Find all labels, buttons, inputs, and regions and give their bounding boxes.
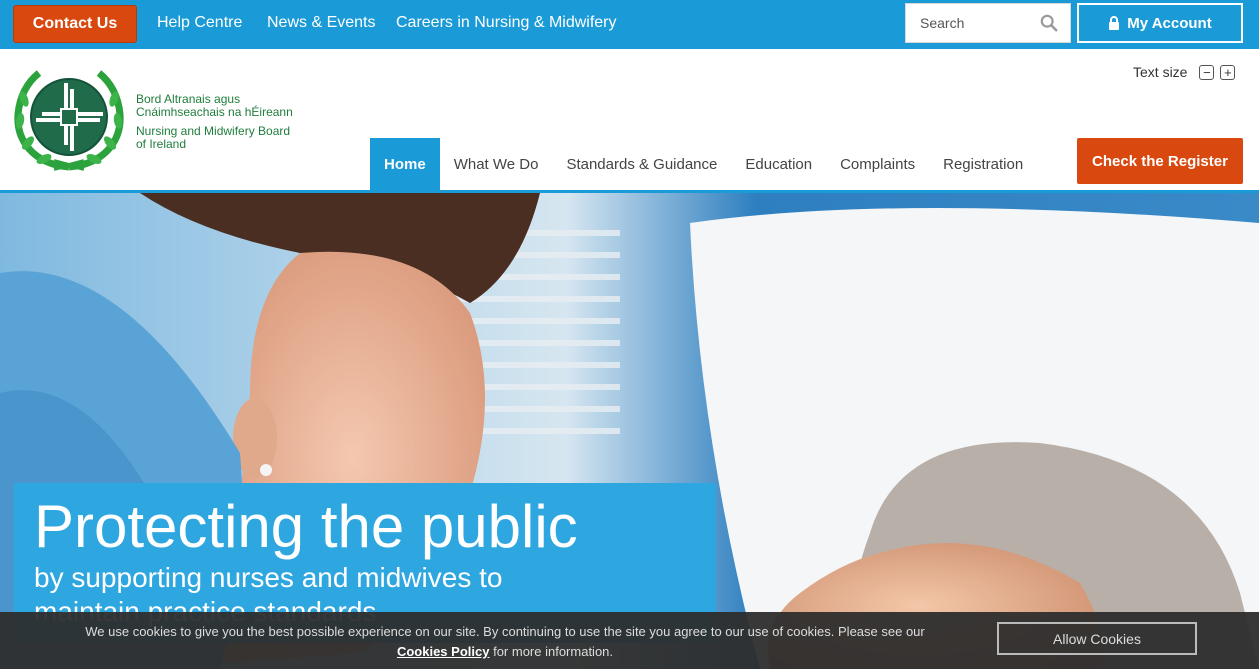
nav-what-we-do[interactable]: What We Do	[440, 138, 553, 190]
hero-banner: Protecting the public by supporting nurs…	[0, 193, 1259, 669]
my-account-label: My Account	[1127, 14, 1212, 32]
top-bar: Contact Us Help Centre News & Events Car…	[0, 0, 1259, 49]
check-register-button[interactable]: Check the Register	[1077, 138, 1243, 184]
org-name-english-line2: of Ireland	[136, 137, 187, 151]
search-input[interactable]	[906, 4, 1026, 42]
org-name-irish-line2: Cnáimhseachais na hÉireann	[136, 105, 293, 119]
hero-title: Protecting the public	[34, 493, 578, 560]
search-icon[interactable]	[1040, 14, 1058, 32]
contact-us-button[interactable]: Contact Us	[13, 5, 137, 43]
news-events-link[interactable]: News & Events	[267, 14, 375, 32]
board-logo[interactable]	[14, 69, 124, 171]
cookie-message: We use cookies to give you the best poss…	[30, 622, 980, 662]
search-box	[905, 3, 1071, 43]
careers-link[interactable]: Careers in Nursing & Midwifery	[396, 14, 617, 32]
nav-education[interactable]: Education	[731, 138, 826, 190]
decrease-text-icon[interactable]: −	[1199, 64, 1215, 80]
cookie-banner: We use cookies to give you the best poss…	[0, 612, 1259, 669]
nav-standards-guidance[interactable]: Standards & Guidance	[552, 138, 731, 190]
nav-registration[interactable]: Registration	[929, 138, 1037, 190]
cookie-text-after: for more information.	[493, 644, 614, 659]
increase-text-icon[interactable]: +	[1220, 64, 1236, 80]
nav-complaints[interactable]: Complaints	[826, 138, 929, 190]
lock-icon	[1109, 15, 1120, 30]
nav-home[interactable]: Home	[370, 138, 440, 190]
allow-cookies-button[interactable]: Allow Cookies	[997, 622, 1197, 655]
hero-subtitle: by supporting nurses and midwives to	[34, 562, 503, 593]
site-header: Bord Altranais agus Cnáimhseachais na hÉ…	[0, 49, 1259, 194]
cookie-text-before: We use cookies to give you the best poss…	[85, 624, 925, 639]
text-size-label: Text size	[1133, 64, 1188, 80]
main-nav: Home What We Do Standards & Guidance Edu…	[370, 138, 1037, 190]
help-centre-link[interactable]: Help Centre	[157, 14, 242, 32]
cookies-policy-link[interactable]: Cookies Policy	[397, 644, 489, 659]
my-account-button[interactable]: My Account	[1077, 3, 1243, 43]
org-name: Bord Altranais agus Cnáimhseachais na hÉ…	[136, 93, 293, 151]
text-size-control: Text size − +	[1133, 64, 1236, 80]
